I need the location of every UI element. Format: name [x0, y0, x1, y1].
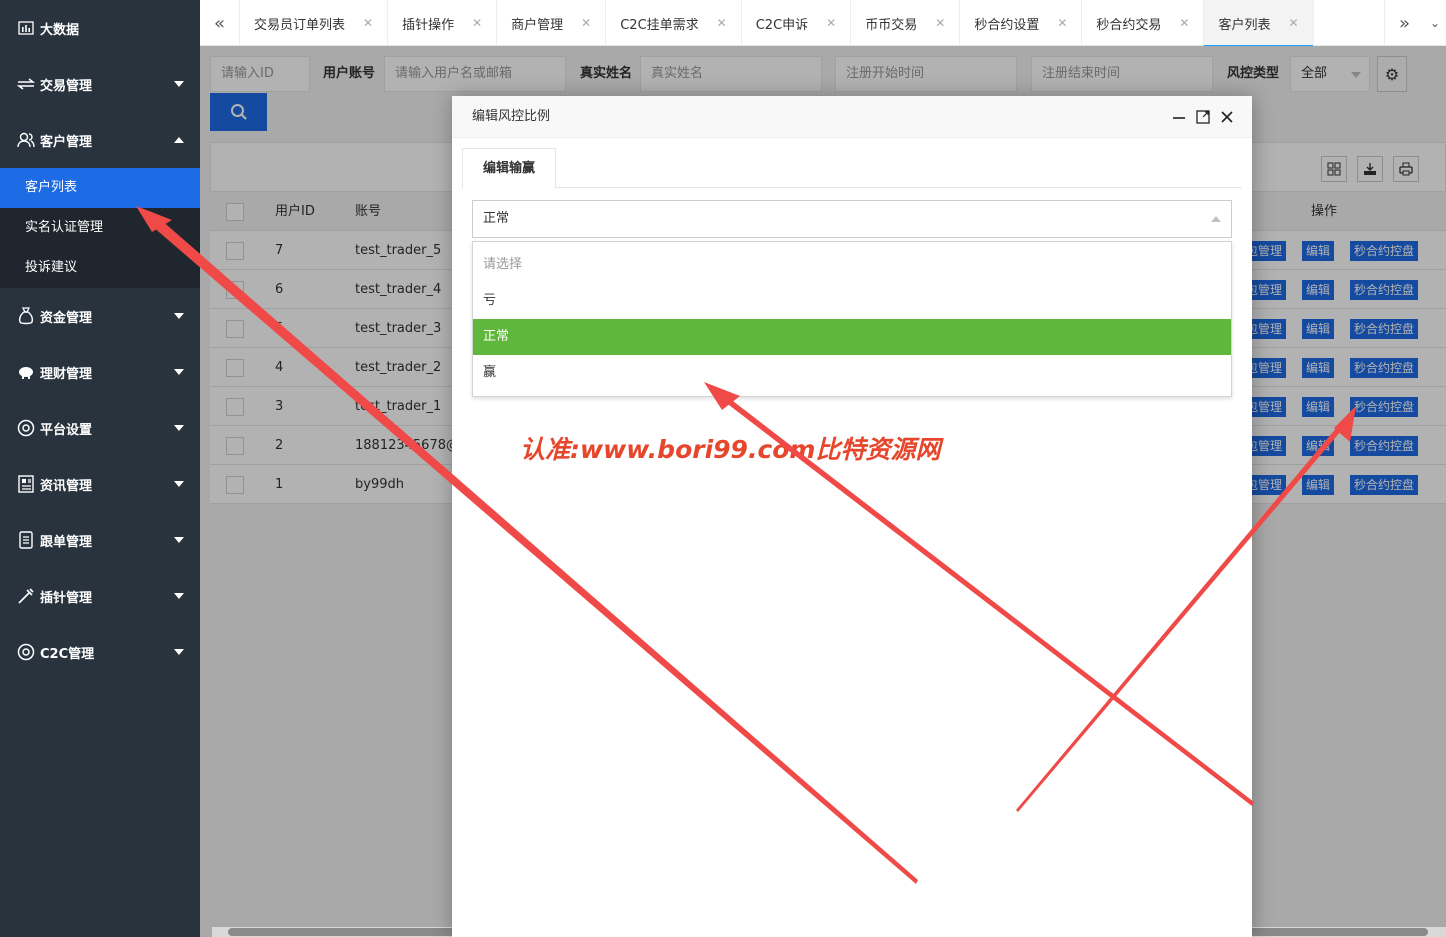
tab-contract-trade[interactable]: 秒合约交易 ✕ [1082, 0, 1205, 46]
menu-item-dashboard[interactable]: 大数据 [0, 0, 200, 56]
needle-icon [16, 587, 36, 605]
win-loss-select[interactable]: 正常 [472, 200, 1232, 238]
edit-risk-modal: 编辑风控比例 编辑输赢 正常 请选择 亏 正常 赢 [452, 96, 1252, 937]
chevron-down-icon [174, 649, 184, 655]
target-icon [16, 419, 36, 437]
tab-label: C2C申诉 [755, 17, 809, 33]
tab-trader-orders[interactable]: 交易员订单列表 ✕ [240, 0, 389, 46]
chevron-down-icon [174, 481, 184, 487]
menu-item-platform[interactable]: 平台设置 [0, 400, 200, 456]
submenu-item-customer-list[interactable]: 客户列表 [0, 168, 200, 208]
tabs-scroll-left-icon[interactable]: « [200, 0, 240, 46]
users-icon [16, 131, 36, 149]
tab-spacer [1314, 0, 1384, 45]
close-icon[interactable]: ✕ [826, 16, 836, 30]
tab-edit-win-loss[interactable]: 编辑输赢 [462, 148, 557, 189]
chevron-down-icon [174, 81, 184, 87]
target-icon [16, 643, 36, 661]
chevron-down-icon [174, 425, 184, 431]
menu-label: C2C管理 [40, 646, 95, 662]
option-win[interactable]: 赢 [473, 355, 1231, 391]
tab-label: 客户列表 [1218, 17, 1271, 33]
tab-needle-op[interactable]: 插针操作 ✕ [388, 0, 498, 46]
menu-label: 插针管理 [40, 590, 93, 606]
option-placeholder[interactable]: 请选择 [473, 247, 1231, 283]
close-icon[interactable]: ✕ [472, 16, 482, 30]
chevron-down-icon [174, 369, 184, 375]
tab-merchant[interactable]: 商户管理 ✕ [497, 0, 607, 46]
modal-tabs: 编辑输赢 [462, 148, 1242, 189]
option-normal[interactable]: 正常 [473, 319, 1231, 355]
tab-label: 币币交易 [865, 17, 918, 33]
select-value: 正常 [483, 211, 510, 226]
tab-customer-list[interactable]: 客户列表 ✕ [1204, 0, 1314, 47]
chevron-up-icon [1211, 216, 1221, 222]
tabs-scroll-right-icon[interactable]: » [1384, 0, 1424, 46]
chevron-down-icon [174, 537, 184, 543]
chevron-up-icon [174, 137, 184, 143]
tab-label: C2C挂单需求 [620, 17, 699, 33]
tab-label: 秒合约交易 [1096, 17, 1162, 33]
minimize-icon[interactable] [1170, 108, 1188, 126]
chevron-down-icon [174, 593, 184, 599]
document-icon [16, 531, 36, 549]
exchange-icon [16, 75, 36, 93]
close-icon[interactable]: ✕ [935, 16, 945, 30]
bar-chart-icon [16, 19, 36, 37]
close-icon[interactable]: ✕ [1057, 16, 1067, 30]
tab-c2c-orders[interactable]: C2C挂单需求 ✕ [606, 0, 742, 46]
chevron-down-icon [174, 313, 184, 319]
piggy-bank-icon [16, 363, 36, 381]
submenu-item-kyc[interactable]: 实名认证管理 [0, 208, 200, 248]
submenu-item-complaints[interactable]: 投诉建议 [0, 248, 200, 288]
win-loss-dropdown: 请选择 亏 正常 赢 [472, 241, 1232, 397]
menu-label: 理财管理 [40, 366, 93, 382]
tab-contract-settings[interactable]: 秒合约设置 ✕ [960, 0, 1083, 46]
menu-item-finance[interactable]: 理财管理 [0, 344, 200, 400]
money-bag-icon [16, 307, 36, 325]
menu-label: 平台设置 [40, 422, 93, 438]
sidebar: 大数据 交易管理 客户管理 客户列表 实名认证管理 投诉建议 资金管理 理财管理 [0, 0, 200, 937]
close-icon[interactable]: ✕ [363, 16, 373, 30]
menu-item-news[interactable]: 资讯管理 [0, 456, 200, 512]
tab-coin-trade[interactable]: 币币交易 ✕ [851, 0, 961, 46]
close-icon[interactable]: ✕ [717, 16, 727, 30]
modal-header: 编辑风控比例 [452, 96, 1252, 138]
menu-item-funds[interactable]: 资金管理 [0, 288, 200, 344]
modal-title: 编辑风控比例 [472, 109, 551, 124]
menu-label: 客户管理 [40, 134, 93, 150]
tab-label: 秒合约设置 [974, 17, 1040, 33]
menu-label: 资讯管理 [40, 478, 93, 494]
close-icon[interactable] [1218, 108, 1236, 126]
tab-label: 交易员订单列表 [254, 17, 346, 33]
watermark-text: 认准:www.bori99.com比特资源网 [520, 435, 941, 464]
menu-item-c2c[interactable]: C2C管理 [0, 624, 200, 680]
news-icon [16, 475, 36, 493]
chevron-down-icon[interactable]: ⌄ [1424, 0, 1446, 46]
option-loss[interactable]: 亏 [473, 283, 1231, 319]
menu-label: 跟单管理 [40, 534, 93, 550]
menu-label: 资金管理 [40, 310, 93, 326]
close-icon[interactable]: ✕ [581, 16, 591, 30]
close-icon[interactable]: ✕ [1288, 16, 1298, 30]
menu-item-copytrade[interactable]: 跟单管理 [0, 512, 200, 568]
customer-submenu: 客户列表 实名认证管理 投诉建议 [0, 168, 200, 288]
tab-label: 商户管理 [511, 17, 564, 33]
tab-label: 插针操作 [402, 17, 455, 33]
menu-item-trade[interactable]: 交易管理 [0, 56, 200, 112]
tab-bar: « 交易员订单列表 ✕ 插针操作 ✕ 商户管理 ✕ C2C挂单需求 ✕ C2C申诉 ✕ 币… [200, 0, 1446, 47]
menu-item-needle[interactable]: 插针管理 [0, 568, 200, 624]
maximize-icon[interactable] [1194, 108, 1212, 126]
menu-label: 大数据 [40, 22, 80, 38]
tab-c2c-appeal[interactable]: C2C申诉 ✕ [742, 0, 852, 46]
menu-label: 交易管理 [40, 78, 93, 94]
close-icon[interactable]: ✕ [1179, 16, 1189, 30]
menu-item-customers[interactable]: 客户管理 [0, 112, 200, 168]
